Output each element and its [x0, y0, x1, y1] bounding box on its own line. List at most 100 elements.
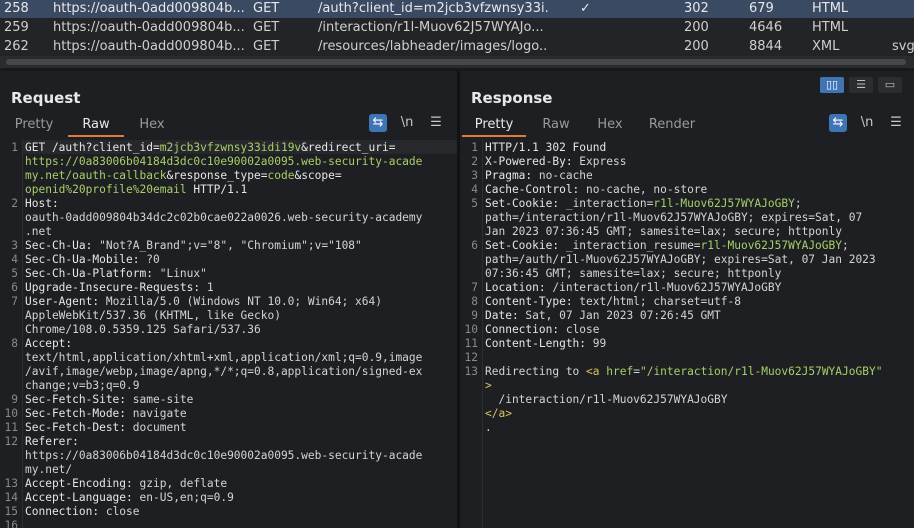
- history-cell-mime: XML: [812, 39, 840, 54]
- code-line: Sec-Fetch-Mode: navigate: [25, 407, 187, 420]
- history-row[interactable]: 262 https://oauth-0add009804b... GET/resou…: [0, 37, 914, 56]
- scrollbar-thumb[interactable]: [6, 59, 906, 65]
- stacked-layout-icon[interactable]: ☰: [849, 77, 873, 93]
- wrap-lines-icon[interactable]: ⇆: [829, 114, 847, 132]
- history-cell-ext: svg: [892, 39, 914, 54]
- line-number: 6: [11, 281, 18, 294]
- tab-render[interactable]: Render: [643, 115, 701, 135]
- history-row[interactable]: 258 https://oauth-0add009804b... GET/auth?…: [0, 0, 914, 18]
- history-cell-url: /auth?client_id=m2jcb3vfzwnsy33i...: [318, 1, 548, 16]
- newline-icon[interactable]: \n: [398, 114, 416, 132]
- line-number: 6: [471, 239, 478, 252]
- request-pane: Request Pretty Raw Hex ⇆ \n ☰ 1 GET /auth?c…: [0, 71, 457, 528]
- code-line: Set-Cookie: _interaction=r1l-Muov62J57WY…: [485, 197, 802, 210]
- line-number: 1: [11, 141, 18, 154]
- response-editor[interactable]: 1 HTTP/1.1 302 Found 2 X-Powered-By: Expres…: [460, 139, 914, 528]
- tab-raw[interactable]: Raw: [530, 115, 582, 135]
- code-line: Connection: close: [25, 505, 140, 518]
- line-number: 2: [11, 197, 18, 210]
- history-cell-host: https://oauth-0add009804b...: [53, 1, 245, 16]
- code-line: Sec-Fetch-Dest: document: [25, 421, 187, 434]
- code-line: GET /auth?client_id=m2jcb3vfzwnsy33idi19…: [25, 141, 396, 154]
- history-cell-status: 200: [684, 39, 709, 54]
- tab-hex[interactable]: Hex: [136, 115, 168, 135]
- code-line: Sec-Ch-Ua-Mobile: ?0: [25, 253, 160, 266]
- code-line: my.net/oauth-callback&response_type=code…: [25, 169, 342, 182]
- history-cell-num: 259: [4, 20, 29, 35]
- history-cell-check: ✓: [580, 1, 591, 16]
- history-row[interactable]: 259 https://oauth-0add009804b... GET/inter…: [0, 18, 914, 37]
- menu-icon[interactable]: ☰: [427, 114, 445, 132]
- code-line: .net: [25, 225, 52, 238]
- code-line: Set-Cookie: _interaction_resume=r1l-Muov…: [485, 239, 849, 252]
- history-cell-url: /interaction/r1l-Muov62J57WYAJo...: [318, 20, 544, 35]
- wrap-lines-icon[interactable]: ⇆: [369, 114, 387, 132]
- code-line: my.net/: [25, 463, 73, 476]
- code-line: Sec-Ch-Ua: "Not?A_Brand";v="8", "Chromiu…: [25, 239, 362, 252]
- code-line: Accept:: [25, 337, 73, 350]
- line-number: 8: [471, 295, 478, 308]
- code-line: AppleWebKit/537.36 (KHTML, like Gecko): [25, 309, 281, 322]
- code-line: path=/interaction/r1l-Muov62J57WYAJoGBY;…: [485, 211, 863, 224]
- line-number: 13: [4, 477, 18, 490]
- code-line: /avif,image/webp,image/apng,*/*;q=0.8,ap…: [25, 365, 423, 378]
- code-line: Jan 2023 07:36:45 GMT; samesite=lax; sec…: [485, 225, 842, 238]
- line-number: 3: [471, 169, 478, 182]
- http-history-table: 258 https://oauth-0add009804b... GET/auth?…: [0, 0, 914, 56]
- code-line: Content-Length: 99: [485, 337, 607, 350]
- code-line: Host:: [25, 197, 59, 210]
- line-number: 14: [4, 491, 18, 504]
- code-line: 07:36:45 GMT; samesite=lax; secure; http…: [485, 267, 782, 280]
- newline-icon[interactable]: \n: [858, 114, 876, 132]
- tab-hex[interactable]: Hex: [588, 115, 632, 135]
- response-pane: ▯▯ ☰ ▭ Response Pretty Raw Hex Render ⇆ \n …: [460, 71, 914, 528]
- line-number: 12: [464, 351, 478, 364]
- history-cell-status: 302: [684, 1, 709, 16]
- code-line: Sec-Fetch-Site: same-site: [25, 393, 194, 406]
- code-line: Upgrade-Insecure-Requests: 1: [25, 281, 214, 294]
- code-line: X-Powered-By: Express: [485, 155, 627, 168]
- line-number: 5: [11, 267, 18, 280]
- line-number: 9: [11, 393, 18, 406]
- line-number: 4: [11, 253, 18, 266]
- side-by-side-layout-icon[interactable]: ▯▯: [820, 77, 844, 93]
- code-line: Location: /interaction/r1l-Muov62J57WYAJ…: [485, 281, 782, 294]
- line-number: 10: [4, 407, 18, 420]
- line-number: 9: [471, 309, 478, 322]
- code-line: Accept-Language: en-US,en;q=0.9: [25, 491, 234, 504]
- code-line: User-Agent: Mozilla/5.0 (Windows NT 10.0…: [25, 295, 382, 308]
- line-number: 16: [4, 519, 18, 528]
- history-cell-url: /resources/labheader/images/logo...: [318, 39, 548, 54]
- code-line: openid%20profile%20email HTTP/1.1: [25, 183, 248, 196]
- history-cell-method: GET: [253, 39, 280, 54]
- history-cell-length: 4646: [749, 20, 783, 35]
- line-number: 10: [464, 323, 478, 336]
- code-line: Sec-Ch-Ua-Platform: "Linux": [25, 267, 207, 280]
- line-number: 13: [464, 365, 478, 378]
- line-number: 11: [4, 421, 18, 434]
- tab-pretty[interactable]: Pretty: [462, 115, 526, 137]
- horizontal-scrollbar[interactable]: [0, 56, 914, 68]
- layout-buttons: ▯▯ ☰ ▭: [820, 77, 904, 95]
- menu-icon[interactable]: ☰: [887, 114, 905, 132]
- code-line: Chrome/108.0.5359.125 Safari/537.36: [25, 323, 261, 336]
- request-editor[interactable]: 1 GET /auth?client_id=m2jcb3vfzwnsy33idi1…: [0, 139, 457, 528]
- line-number: 15: [4, 505, 18, 518]
- request-tabs: Pretty Raw Hex: [0, 115, 300, 137]
- line-number: 5: [471, 197, 478, 210]
- single-pane-layout-icon[interactable]: ▭: [878, 77, 902, 93]
- line-number: 12: [4, 435, 18, 448]
- line-number: 7: [471, 281, 478, 294]
- tab-pretty[interactable]: Pretty: [10, 115, 58, 135]
- code-line: Date: Sat, 07 Jan 2023 07:26:45 GMT: [485, 309, 721, 322]
- line-number: 7: [11, 295, 18, 308]
- code-line: .: [485, 421, 492, 434]
- history-cell-mime: HTML: [812, 20, 849, 35]
- line-number: 2: [471, 155, 478, 168]
- history-cell-num: 258: [4, 1, 29, 16]
- code-line: Accept-Encoding: gzip, deflate: [25, 477, 228, 490]
- request-title: Request: [11, 89, 81, 107]
- code-line: path=/auth/r1l-Muov62J57WYAJoGBY; expire…: [485, 253, 876, 266]
- tab-raw[interactable]: Raw: [68, 115, 124, 137]
- code-line: HTTP/1.1 302 Found: [485, 141, 607, 154]
